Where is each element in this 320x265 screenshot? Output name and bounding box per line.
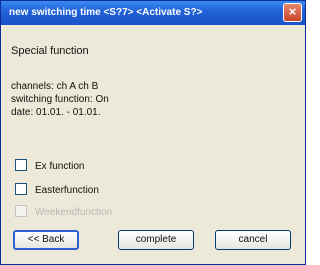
dialog-window: new switching time <S?7> <Activate S?> ×…: [0, 0, 306, 265]
back-button[interactable]: << Back: [13, 230, 79, 250]
channels-text: channels: ch A ch B: [11, 81, 99, 92]
easter-function-checkbox[interactable]: [15, 183, 27, 195]
cancel-button[interactable]: cancel: [215, 230, 291, 250]
weekend-function-label: Weekendfunction: [35, 207, 113, 218]
section-label: Special function: [11, 45, 89, 57]
ex-function-checkbox[interactable]: [15, 159, 27, 171]
ex-function-label: Ex function: [35, 161, 85, 172]
date-text: date: 01.01. - 01.01.: [11, 107, 101, 118]
close-button[interactable]: ×: [283, 3, 302, 22]
window-title: new switching time <S?7> <Activate S?>: [9, 7, 203, 18]
switching-function-text: switching function: On: [11, 94, 109, 105]
ex-function-option[interactable]: Ex function: [15, 159, 84, 172]
easter-function-option[interactable]: Easterfunction: [15, 183, 99, 196]
content-panel: Special function channels: ch A ch B swi…: [7, 33, 297, 218]
easter-function-label: Easterfunction: [35, 185, 99, 196]
weekend-function-option: Weekendfunction: [15, 205, 112, 218]
weekend-function-checkbox: [15, 205, 27, 217]
close-icon: ×: [288, 4, 297, 19]
title-bar[interactable]: new switching time <S?7> <Activate S?> ×: [1, 1, 305, 25]
complete-button[interactable]: complete: [118, 230, 194, 250]
